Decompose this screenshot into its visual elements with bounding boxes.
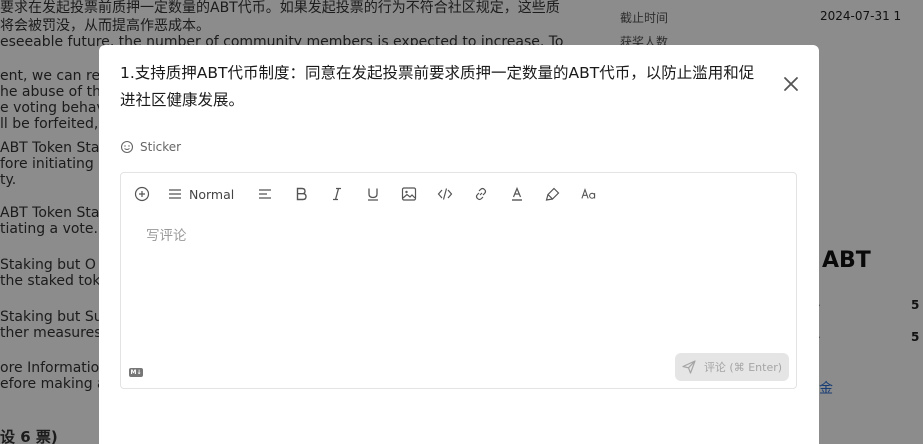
highlighter-icon [545,187,560,201]
link-button[interactable] [470,182,492,206]
submit-comment-button[interactable]: 评论 (⌘ Enter) [675,353,789,381]
bold-button[interactable] [290,182,312,206]
sticker-smile-icon [120,140,134,154]
modal-title: 1.支持质押ABT代币制度：同意在发起投票前要求质押一定数量的ABT代币，以防止… [120,64,755,109]
close-button[interactable] [780,73,802,95]
text-color-button[interactable] [506,182,528,206]
italic-button[interactable] [326,182,348,206]
sticker-button[interactable]: Sticker [120,140,181,154]
markdown-icon: M↓ [129,368,143,377]
sticker-label: Sticker [140,140,182,154]
comment-modal: 1.支持质押ABT代币制度：同意在发起投票前要求质押一定数量的ABT代币，以防止… [99,45,819,444]
submit-comment-label: 评论 (⌘ Enter) [703,361,783,374]
underline-icon [368,188,379,201]
image-button[interactable] [398,182,420,206]
align-button[interactable] [254,182,276,206]
link-icon [476,187,487,201]
underline-button[interactable] [362,182,384,206]
send-icon [682,360,696,374]
editor-toolbar: Normal [121,173,796,215]
paragraph-icon [169,189,181,199]
align-left-icon [259,189,272,199]
paragraph-style-select[interactable]: Normal [167,182,234,206]
insert-button[interactable] [131,182,153,206]
image-icon [402,187,417,201]
highlight-button[interactable] [542,182,564,206]
font-size-icon [581,187,596,199]
plus-circle-icon [134,186,150,202]
paragraph-style-label: Normal [189,186,235,202]
comment-input-placeholder[interactable]: 写评论 [146,224,187,244]
code-icon [437,188,453,200]
code-button[interactable] [434,182,456,206]
close-icon [784,77,798,91]
bold-icon [297,187,307,201]
italic-icon [333,187,342,201]
text-color-icon [512,186,523,201]
font-size-button[interactable] [578,182,600,206]
comment-editor[interactable]: Normal 写评论 M↓ 评论 (⌘ Enter) [120,172,797,389]
